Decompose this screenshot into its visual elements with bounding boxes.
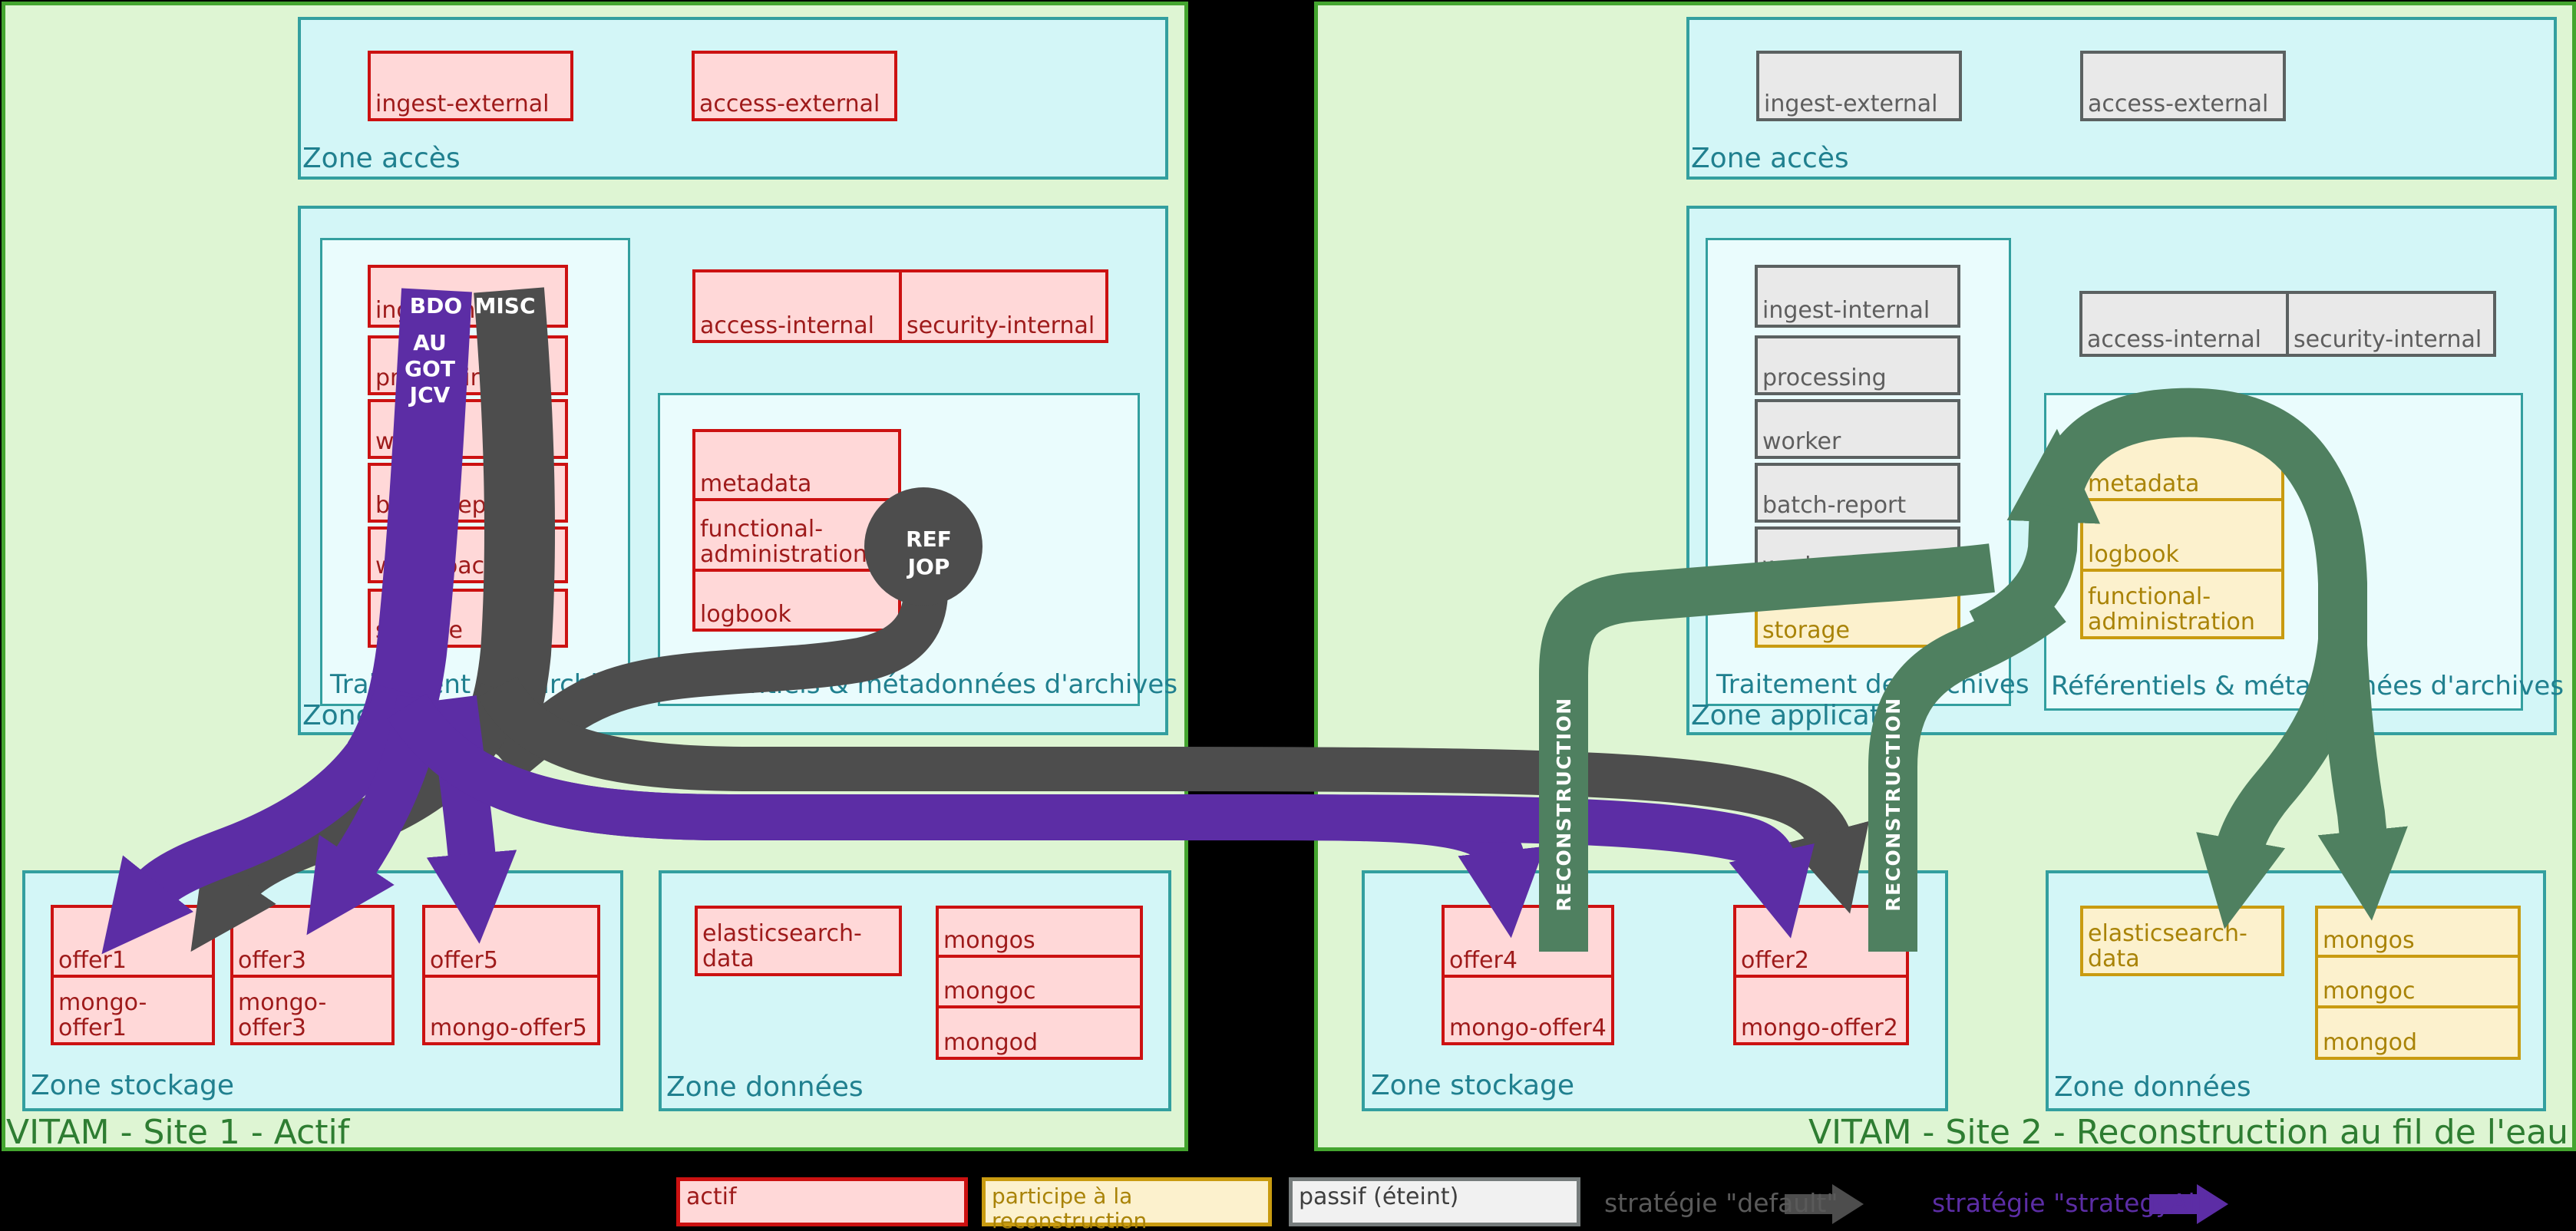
site2-processing: processing [1755, 335, 1960, 395]
legend-actif-label: actif [686, 1183, 737, 1210]
site2-zone-applicative-label: Zone applicative [1691, 700, 1922, 731]
node-label: logbook [2088, 540, 2179, 568]
site2-workspace: workspace [1755, 526, 1960, 583]
site2-group: ingest-external access-external Zone acc… [0, 0, 2576, 1231]
legend-passif-label: passif (éteint) [1299, 1183, 1459, 1210]
node-label: elasticsearch-data [2088, 920, 2247, 972]
site2-title: VITAM - Site 2 - Reconstruction au fil d… [1808, 1113, 2568, 1152]
legend-actif: actif [676, 1177, 968, 1226]
legend-strategyall-label: stratégie "strategyAll" [1932, 1188, 2214, 1218]
site2-logbook: logbook [2080, 498, 2284, 572]
legend-default-label: stratégie "default" [1604, 1188, 1838, 1218]
site2-zone-donnees-label: Zone données [2054, 1071, 2251, 1103]
node-label: worker [1762, 427, 1841, 455]
node-label: offer2 [1741, 946, 1809, 974]
node-label: processing [1762, 364, 1887, 391]
site2-mongo-offer4: mongo-offer4 [1442, 975, 1614, 1045]
node-label: mongo-offer4 [1449, 1014, 1607, 1041]
node-label: access-internal [2087, 325, 2262, 353]
legend-passif: passif (éteint) [1289, 1177, 1580, 1226]
node-label: mongoc [2323, 977, 2416, 1005]
node-label: offer4 [1449, 946, 1518, 974]
legend-participe-label: participe à la reconstructionau fil de l… [992, 1183, 1148, 1231]
site2-offer4: offer4 [1442, 905, 1614, 978]
site2-zone-stockage-label: Zone stockage [1371, 1070, 1575, 1101]
node-label: ingest-external [1764, 90, 1938, 117]
node-label: mongos [2323, 926, 2415, 954]
legend-participe: participe à la reconstructionau fil de l… [982, 1177, 1272, 1231]
site2-traitement-label: Traitement des archives [1716, 669, 2029, 700]
node-label: metadata [2088, 470, 2200, 497]
site2-worker: worker [1755, 399, 1960, 459]
site2-security-internal: security-internal [2286, 291, 2496, 357]
node-label: mongo-offer2 [1741, 1014, 1898, 1041]
site2-ingest-external: ingest-external [1756, 51, 1962, 121]
node-label: ingest-internal [1762, 296, 1930, 324]
site2-elasticsearch-data: elasticsearch-data [2080, 906, 2284, 976]
site2-ingest-internal: ingest-internal [1755, 265, 1960, 328]
site2-storage: storage [1755, 589, 1960, 648]
site2-offer2: offer2 [1733, 905, 1909, 978]
node-label: functional-administration [2088, 583, 2255, 635]
site2-zone-acces-label: Zone accès [1691, 143, 1849, 174]
site2-mongo-offer2: mongo-offer2 [1733, 975, 1909, 1045]
node-label: batch-report [1762, 491, 1907, 519]
node-label: security-internal [2294, 325, 2482, 353]
site2-mongod: mongod [2315, 1005, 2521, 1060]
site2-access-internal: access-internal [2079, 291, 2289, 357]
node-label: mongod [2323, 1028, 2418, 1056]
node-label: workspace [1762, 552, 1886, 579]
node-label: access-external [2088, 90, 2269, 117]
node-label: storage [1762, 616, 1850, 644]
site2-batch-report: batch-report [1755, 463, 1960, 523]
site2-metadata: metadata [2080, 429, 2284, 501]
site2-functional-administration: functional-administration [2080, 569, 2284, 639]
site2-mongoc: mongoc [2315, 955, 2521, 1008]
vitam-architecture-diagram: ingest-external access-external Zone acc… [0, 0, 2576, 1231]
site2-mongos: mongos [2315, 906, 2521, 958]
site2-access-external: access-external [2080, 51, 2286, 121]
site2-referentiels-label: Référentiels & métadonnées d'archives [2051, 671, 2564, 701]
